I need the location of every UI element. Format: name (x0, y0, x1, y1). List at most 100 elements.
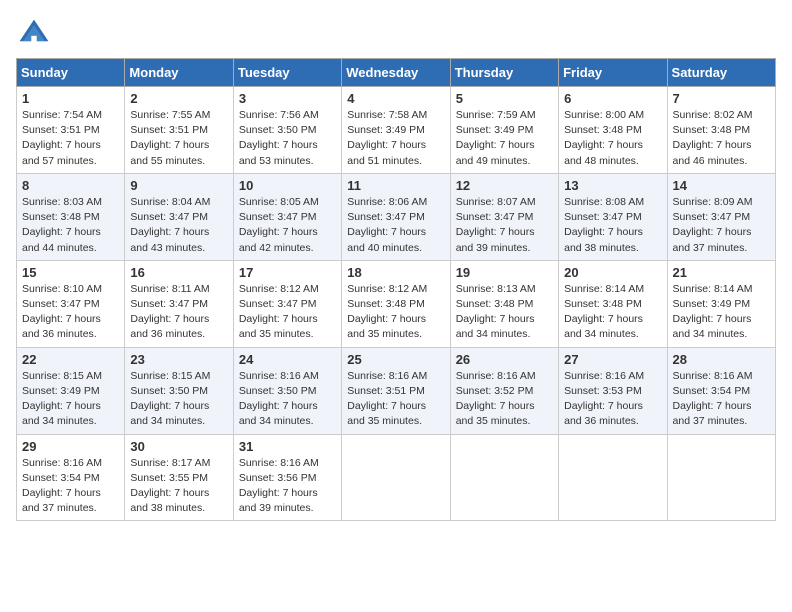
sunset-label: Sunset: 3:48 PM (456, 298, 534, 310)
cell-content: Sunrise: 8:16 AM Sunset: 3:54 PM Dayligh… (22, 456, 119, 517)
cell-content: Sunrise: 8:00 AM Sunset: 3:48 PM Dayligh… (564, 108, 661, 169)
day-number: 12 (456, 178, 553, 193)
sunset-label: Sunset: 3:49 PM (456, 124, 534, 136)
daylight-label: Daylight: 7 hours and 39 minutes. (456, 226, 535, 253)
daylight-label: Daylight: 7 hours and 38 minutes. (564, 226, 643, 253)
sunset-label: Sunset: 3:47 PM (239, 211, 317, 223)
cell-content: Sunrise: 8:12 AM Sunset: 3:48 PM Dayligh… (347, 282, 444, 343)
sunrise-label: Sunrise: 8:10 AM (22, 283, 102, 295)
sunrise-label: Sunrise: 8:11 AM (130, 283, 209, 295)
sunset-label: Sunset: 3:47 PM (673, 211, 751, 223)
sunrise-label: Sunrise: 8:16 AM (456, 370, 536, 382)
daylight-label: Daylight: 7 hours and 34 minutes. (456, 313, 535, 340)
calendar-week-row: 1 Sunrise: 7:54 AM Sunset: 3:51 PM Dayli… (17, 87, 776, 174)
calendar-day-cell: 1 Sunrise: 7:54 AM Sunset: 3:51 PM Dayli… (17, 87, 125, 174)
calendar-day-cell (342, 434, 450, 521)
calendar-day-cell: 11 Sunrise: 8:06 AM Sunset: 3:47 PM Dayl… (342, 173, 450, 260)
sunrise-label: Sunrise: 7:58 AM (347, 109, 427, 121)
calendar-day-cell: 8 Sunrise: 8:03 AM Sunset: 3:48 PM Dayli… (17, 173, 125, 260)
cell-content: Sunrise: 8:14 AM Sunset: 3:48 PM Dayligh… (564, 282, 661, 343)
sunrise-label: Sunrise: 8:16 AM (239, 370, 319, 382)
daylight-label: Daylight: 7 hours and 48 minutes. (564, 139, 643, 166)
day-number: 7 (673, 91, 770, 106)
cell-content: Sunrise: 8:08 AM Sunset: 3:47 PM Dayligh… (564, 195, 661, 256)
sunrise-label: Sunrise: 8:17 AM (130, 457, 210, 469)
cell-content: Sunrise: 8:10 AM Sunset: 3:47 PM Dayligh… (22, 282, 119, 343)
daylight-label: Daylight: 7 hours and 34 minutes. (239, 400, 318, 427)
day-number: 13 (564, 178, 661, 193)
daylight-label: Daylight: 7 hours and 35 minutes. (347, 400, 426, 427)
sunrise-label: Sunrise: 8:08 AM (564, 196, 644, 208)
calendar-day-cell: 20 Sunrise: 8:14 AM Sunset: 3:48 PM Dayl… (559, 260, 667, 347)
weekday-header-cell: Tuesday (233, 59, 341, 87)
day-number: 15 (22, 265, 119, 280)
day-number: 5 (456, 91, 553, 106)
daylight-label: Daylight: 7 hours and 35 minutes. (456, 400, 535, 427)
sunset-label: Sunset: 3:47 PM (564, 211, 642, 223)
sunset-label: Sunset: 3:52 PM (456, 385, 534, 397)
sunset-label: Sunset: 3:51 PM (22, 124, 100, 136)
weekday-header-cell: Saturday (667, 59, 775, 87)
sunrise-label: Sunrise: 8:04 AM (130, 196, 210, 208)
day-number: 19 (456, 265, 553, 280)
sunrise-label: Sunrise: 8:03 AM (22, 196, 102, 208)
day-number: 11 (347, 178, 444, 193)
daylight-label: Daylight: 7 hours and 37 minutes. (22, 487, 101, 514)
calendar-day-cell: 3 Sunrise: 7:56 AM Sunset: 3:50 PM Dayli… (233, 87, 341, 174)
sunrise-label: Sunrise: 8:12 AM (347, 283, 427, 295)
sunset-label: Sunset: 3:50 PM (239, 385, 317, 397)
cell-content: Sunrise: 7:59 AM Sunset: 3:49 PM Dayligh… (456, 108, 553, 169)
sunrise-label: Sunrise: 8:14 AM (673, 283, 753, 295)
calendar-day-cell: 27 Sunrise: 8:16 AM Sunset: 3:53 PM Dayl… (559, 347, 667, 434)
daylight-label: Daylight: 7 hours and 35 minutes. (347, 313, 426, 340)
cell-content: Sunrise: 8:06 AM Sunset: 3:47 PM Dayligh… (347, 195, 444, 256)
cell-content: Sunrise: 8:03 AM Sunset: 3:48 PM Dayligh… (22, 195, 119, 256)
daylight-label: Daylight: 7 hours and 34 minutes. (564, 313, 643, 340)
calendar-day-cell (667, 434, 775, 521)
day-number: 2 (130, 91, 227, 106)
day-number: 22 (22, 352, 119, 367)
day-number: 3 (239, 91, 336, 106)
sunset-label: Sunset: 3:48 PM (564, 298, 642, 310)
calendar-week-row: 29 Sunrise: 8:16 AM Sunset: 3:54 PM Dayl… (17, 434, 776, 521)
daylight-label: Daylight: 7 hours and 44 minutes. (22, 226, 101, 253)
cell-content: Sunrise: 8:16 AM Sunset: 3:51 PM Dayligh… (347, 369, 444, 430)
cell-content: Sunrise: 7:56 AM Sunset: 3:50 PM Dayligh… (239, 108, 336, 169)
daylight-label: Daylight: 7 hours and 39 minutes. (239, 487, 318, 514)
sunset-label: Sunset: 3:47 PM (456, 211, 534, 223)
calendar-day-cell (559, 434, 667, 521)
sunset-label: Sunset: 3:55 PM (130, 472, 208, 484)
day-number: 29 (22, 439, 119, 454)
sunset-label: Sunset: 3:50 PM (130, 385, 208, 397)
daylight-label: Daylight: 7 hours and 36 minutes. (130, 313, 209, 340)
weekday-header-cell: Sunday (17, 59, 125, 87)
calendar-body: 1 Sunrise: 7:54 AM Sunset: 3:51 PM Dayli… (17, 87, 776, 521)
calendar-day-cell: 21 Sunrise: 8:14 AM Sunset: 3:49 PM Dayl… (667, 260, 775, 347)
daylight-label: Daylight: 7 hours and 46 minutes. (673, 139, 752, 166)
weekday-header-cell: Thursday (450, 59, 558, 87)
sunrise-label: Sunrise: 8:00 AM (564, 109, 644, 121)
cell-content: Sunrise: 8:16 AM Sunset: 3:52 PM Dayligh… (456, 369, 553, 430)
page-header (16, 16, 776, 52)
sunrise-label: Sunrise: 7:56 AM (239, 109, 319, 121)
sunrise-label: Sunrise: 8:06 AM (347, 196, 427, 208)
sunset-label: Sunset: 3:48 PM (673, 124, 751, 136)
weekday-header-row: SundayMondayTuesdayWednesdayThursdayFrid… (17, 59, 776, 87)
weekday-header-cell: Monday (125, 59, 233, 87)
sunset-label: Sunset: 3:54 PM (22, 472, 100, 484)
cell-content: Sunrise: 8:05 AM Sunset: 3:47 PM Dayligh… (239, 195, 336, 256)
day-number: 21 (673, 265, 770, 280)
day-number: 14 (673, 178, 770, 193)
day-number: 24 (239, 352, 336, 367)
day-number: 28 (673, 352, 770, 367)
calendar-day-cell: 7 Sunrise: 8:02 AM Sunset: 3:48 PM Dayli… (667, 87, 775, 174)
calendar-day-cell: 17 Sunrise: 8:12 AM Sunset: 3:47 PM Dayl… (233, 260, 341, 347)
daylight-label: Daylight: 7 hours and 34 minutes. (673, 313, 752, 340)
calendar-week-row: 22 Sunrise: 8:15 AM Sunset: 3:49 PM Dayl… (17, 347, 776, 434)
cell-content: Sunrise: 7:58 AM Sunset: 3:49 PM Dayligh… (347, 108, 444, 169)
daylight-label: Daylight: 7 hours and 43 minutes. (130, 226, 209, 253)
calendar-day-cell: 2 Sunrise: 7:55 AM Sunset: 3:51 PM Dayli… (125, 87, 233, 174)
sunrise-label: Sunrise: 8:16 AM (347, 370, 427, 382)
cell-content: Sunrise: 8:11 AM Sunset: 3:47 PM Dayligh… (130, 282, 227, 343)
sunrise-label: Sunrise: 8:15 AM (22, 370, 102, 382)
